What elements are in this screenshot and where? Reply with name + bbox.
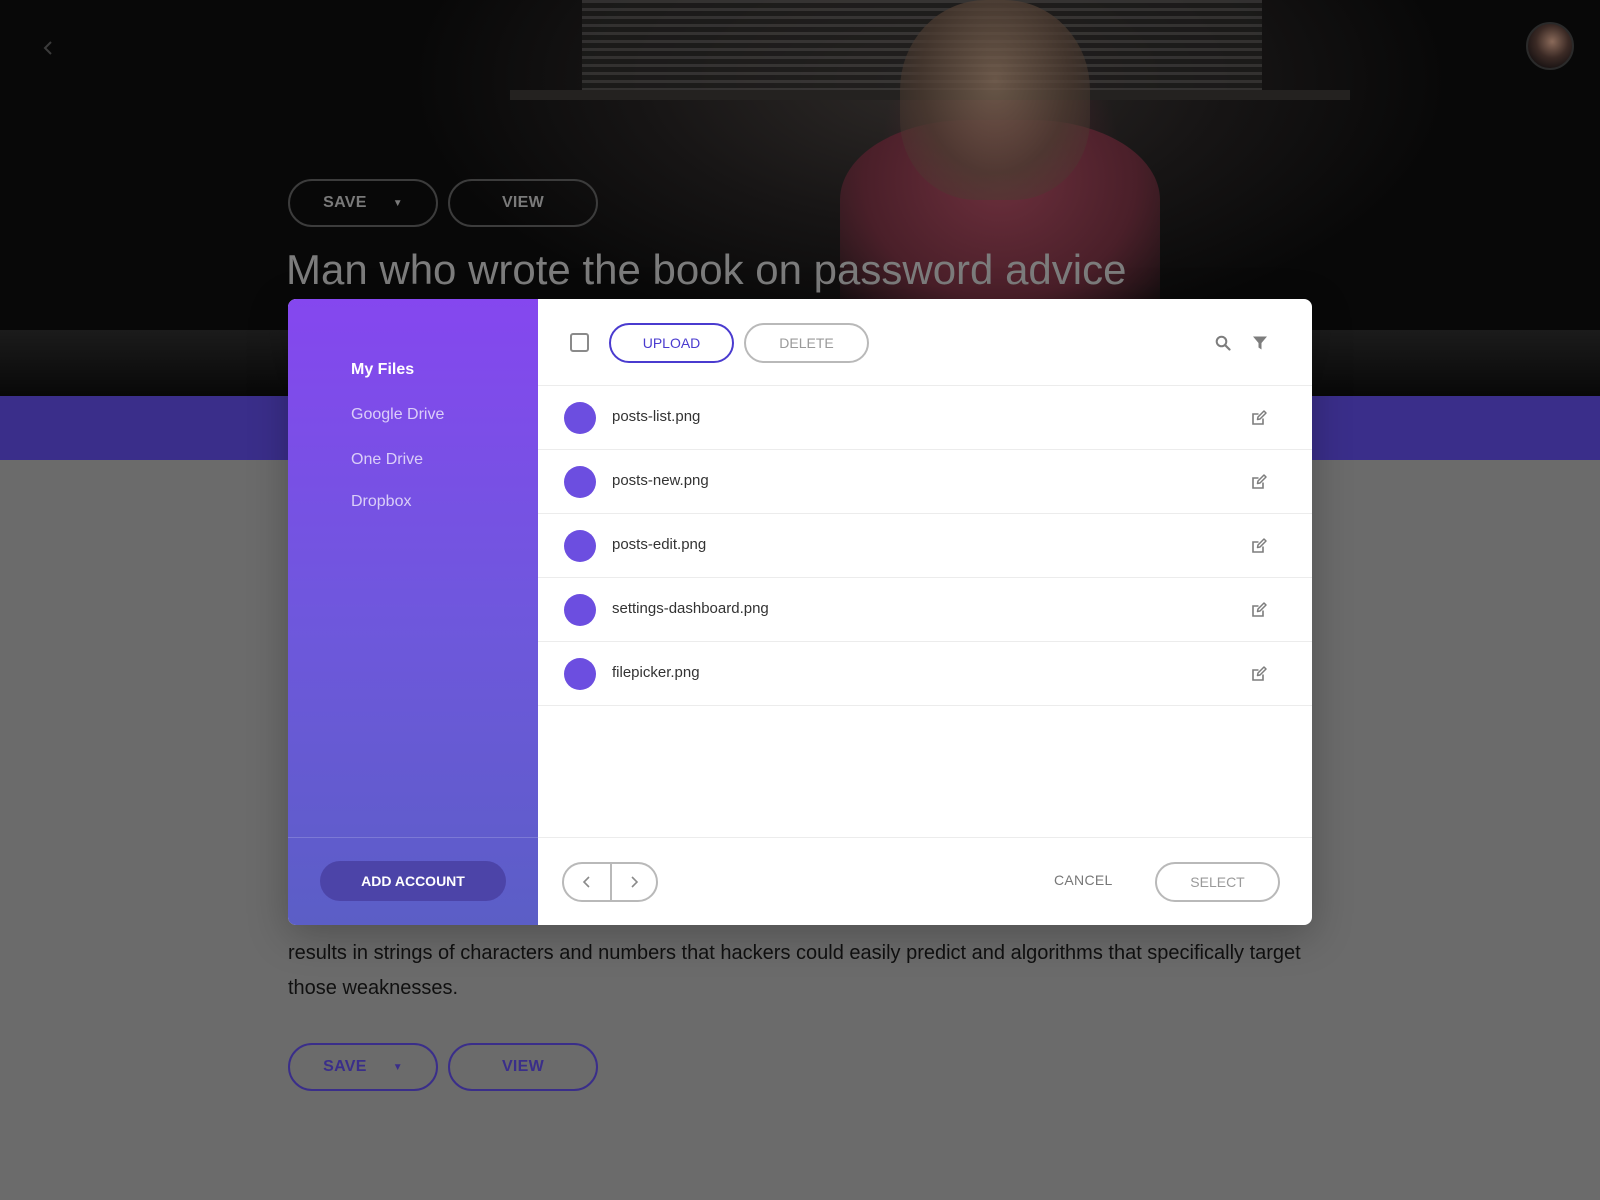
hero-save-label: SAVE	[323, 194, 367, 211]
file-row[interactable]: posts-new.png	[538, 450, 1312, 514]
file-name: settings-dashboard.png	[612, 600, 769, 617]
cancel-button[interactable]: CANCEL	[1054, 872, 1113, 888]
caret-down-icon: ▼	[392, 197, 403, 209]
file-thumbnail	[564, 402, 596, 434]
file-toolbar: UPLOAD DELETE	[538, 299, 1312, 386]
chevron-left-icon	[43, 41, 52, 55]
hero-view-button[interactable]: VIEW	[448, 179, 598, 227]
edit-icon[interactable]	[1250, 601, 1268, 619]
file-name: filepicker.png	[612, 664, 700, 681]
caret-down-icon: ▼	[392, 1061, 403, 1073]
page-title: Man who wrote the book on password advic…	[286, 246, 1127, 293]
article-text: results in strings of characters and num…	[288, 942, 1301, 999]
file-row[interactable]: settings-dashboard.png	[538, 578, 1312, 642]
delete-button[interactable]: DELETE	[744, 323, 869, 363]
file-thumbnail	[564, 658, 596, 690]
hero-view-label: VIEW	[501, 194, 545, 211]
file-row[interactable]: filepicker.png	[538, 642, 1312, 706]
file-row[interactable]: posts-edit.png	[538, 514, 1312, 578]
sidebar-item-google-drive[interactable]: Google Drive	[351, 406, 444, 424]
file-thumbnail	[564, 466, 596, 498]
select-all-checkbox[interactable]	[570, 333, 589, 352]
back-button[interactable]	[36, 36, 60, 60]
file-picker-modal: My Files Google Drive One Drive Dropbox …	[288, 299, 1312, 925]
upload-button[interactable]: UPLOAD	[609, 323, 734, 363]
file-thumbnail	[564, 530, 596, 562]
prev-page-button[interactable]	[564, 864, 610, 900]
bottom-view-button[interactable]: VIEW	[448, 1043, 598, 1091]
file-name: posts-new.png	[612, 472, 709, 489]
sidebar-divider	[288, 837, 538, 838]
edit-icon[interactable]	[1250, 537, 1268, 555]
sidebar-item-dropbox[interactable]: Dropbox	[351, 493, 411, 511]
hero-figure-head	[900, 0, 1090, 200]
search-button[interactable]	[1213, 333, 1233, 353]
file-name: posts-list.png	[612, 408, 701, 425]
next-page-button[interactable]	[609, 864, 656, 900]
file-picker-sidebar: My Files Google Drive One Drive Dropbox …	[288, 299, 538, 925]
file-picker-main: UPLOAD DELETE posts-list.png posts-new.p…	[538, 299, 1312, 925]
bottom-view-label: VIEW	[501, 1058, 545, 1075]
filter-icon	[1253, 336, 1267, 350]
sidebar-item-my-files[interactable]: My Files	[351, 361, 414, 379]
bottom-save-label: SAVE	[323, 1058, 367, 1075]
edit-icon[interactable]	[1250, 409, 1268, 427]
file-name: posts-edit.png	[612, 536, 707, 553]
edit-icon[interactable]	[1250, 473, 1268, 491]
pagination	[562, 862, 658, 902]
filter-button[interactable]	[1250, 333, 1270, 353]
add-account-button[interactable]: ADD ACCOUNT	[320, 861, 506, 901]
chevron-right-icon	[631, 876, 639, 888]
edit-icon[interactable]	[1250, 665, 1268, 683]
file-thumbnail	[564, 594, 596, 626]
file-picker-footer: CANCEL SELECT	[538, 837, 1312, 925]
select-button[interactable]: SELECT	[1155, 862, 1280, 902]
search-icon	[1215, 335, 1231, 351]
file-row[interactable]: posts-list.png	[538, 386, 1312, 450]
bottom-save-button[interactable]: SAVE ▼	[288, 1043, 438, 1091]
chevron-left-icon	[582, 876, 590, 888]
hero-save-button[interactable]: SAVE ▼	[288, 179, 438, 227]
sidebar-item-one-drive[interactable]: One Drive	[351, 451, 423, 469]
avatar[interactable]	[1526, 22, 1574, 70]
